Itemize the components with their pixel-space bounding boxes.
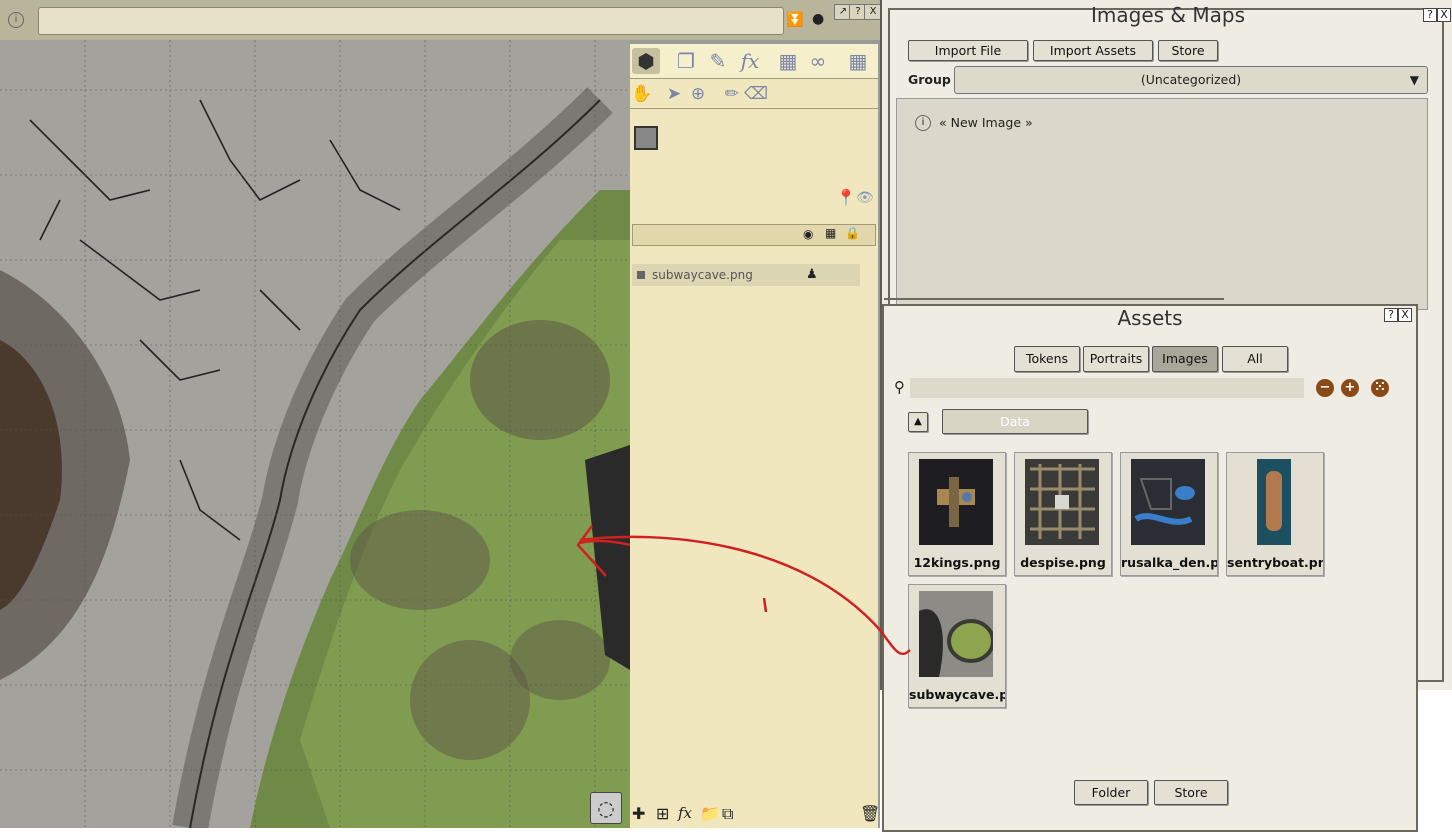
layer-header: ◉ ▦ 🔒 bbox=[632, 224, 876, 246]
asset-label: subwaycave.p bbox=[909, 687, 1005, 702]
asset-thumbnail[interactable]: rusalka_den.p bbox=[1120, 452, 1218, 576]
pin-icon[interactable]: 📍 bbox=[836, 188, 856, 207]
frame-icon[interactable] bbox=[634, 126, 658, 150]
store-button[interactable]: Store bbox=[1158, 40, 1218, 61]
add-folder-icon[interactable]: 📁 bbox=[700, 804, 720, 823]
zoom-out-icon[interactable]: − bbox=[1316, 379, 1334, 397]
close-button[interactable]: X bbox=[1398, 308, 1412, 322]
import-assets-button[interactable]: Import Assets bbox=[1033, 40, 1153, 61]
group-label: Group bbox=[908, 72, 951, 87]
eye-icon[interactable]: ◉ bbox=[803, 227, 813, 241]
tab-layers-icon[interactable]: ❐ bbox=[672, 48, 700, 74]
tab-dice-icon[interactable]: ⬢ bbox=[632, 48, 660, 74]
layer-item[interactable]: subwaycave.png ♟ bbox=[632, 264, 860, 286]
asset-label: sentryboat.pn bbox=[1227, 555, 1323, 570]
asset-thumbnail[interactable]: despise.png bbox=[1014, 452, 1112, 576]
tab-wall-icon[interactable]: ▦ bbox=[774, 48, 802, 74]
duplicate-icon[interactable]: ⧉ bbox=[722, 804, 733, 824]
asset-thumbnail[interactable]: sentryboat.pn bbox=[1226, 452, 1324, 576]
help-button[interactable]: ? bbox=[1423, 8, 1437, 22]
folder-path[interactable]: Data bbox=[942, 409, 1088, 434]
pointer-icon[interactable]: ➤ bbox=[662, 82, 686, 106]
import-file-button[interactable]: Import File bbox=[908, 40, 1028, 61]
info-icon[interactable]: i bbox=[8, 12, 24, 28]
search-input[interactable] bbox=[910, 378, 1304, 398]
tab-mask-icon[interactable]: ∞ bbox=[804, 48, 832, 74]
eraser-icon[interactable]: ⌫ bbox=[744, 82, 768, 106]
tool-tabs: ⬢ ❐ ✎ fx ▦ ∞ ▦ bbox=[630, 44, 878, 79]
image-list: i « New Image » bbox=[896, 98, 1428, 310]
asset-label: rusalka_den.p bbox=[1121, 555, 1217, 570]
close-button[interactable]: X bbox=[1437, 8, 1451, 22]
assets-window: Assets ? X Tokens Portraits Images All ⚲… bbox=[882, 298, 1418, 832]
group-select-value: (Uncategorized) bbox=[1140, 72, 1242, 87]
bomb-icon[interactable]: ● bbox=[812, 11, 828, 27]
window-title: Assets bbox=[1117, 306, 1183, 330]
asset-image bbox=[1237, 459, 1311, 545]
info-icon: i bbox=[915, 115, 931, 131]
layer-item-label: subwaycave.png bbox=[652, 268, 753, 282]
lock-icon[interactable]: 🔒 bbox=[845, 226, 860, 240]
hand-icon[interactable]: ✋ bbox=[630, 82, 654, 106]
subtools-bar: ✋ ➤ ⊕ ✏ ⌫ bbox=[630, 80, 878, 109]
tab-images[interactable]: Images bbox=[1152, 346, 1218, 372]
map-title-input[interactable] bbox=[38, 7, 784, 35]
trash-icon[interactable]: 🗑 bbox=[860, 804, 880, 823]
tool-bottom-bar: ✚ ⊞ fx 📁 ⧉ 🗑 bbox=[630, 800, 880, 828]
asset-image bbox=[1131, 459, 1205, 545]
tab-all[interactable]: All bbox=[1222, 346, 1288, 372]
tab-fx-icon[interactable]: fx bbox=[736, 48, 764, 74]
tab-brush-icon[interactable]: ✎ bbox=[704, 48, 732, 74]
eye-icon[interactable]: 👁 bbox=[856, 190, 874, 206]
asset-label: 12kings.png bbox=[913, 555, 1001, 570]
asset-thumbnail[interactable]: 12kings.png bbox=[908, 452, 1006, 576]
new-image-item[interactable]: « New Image » bbox=[939, 115, 1033, 130]
asset-label: despise.png bbox=[1020, 555, 1106, 570]
grid-view-icon[interactable]: ⁙ bbox=[1371, 379, 1389, 397]
add-line-icon[interactable]: ✚ bbox=[632, 804, 645, 823]
asset-thumbnail[interactable]: subwaycave.p bbox=[908, 584, 1006, 708]
window-title: Images & Maps bbox=[1091, 3, 1245, 27]
folder-up-button[interactable]: ▲ bbox=[908, 412, 928, 432]
folder-button[interactable]: Folder bbox=[1074, 780, 1148, 805]
map-canvas[interactable] bbox=[0, 40, 630, 828]
tab-tokens[interactable]: Tokens bbox=[1014, 346, 1080, 372]
pencil-icon[interactable]: ✏ bbox=[720, 82, 744, 106]
zoom-in-icon[interactable]: + bbox=[1341, 379, 1359, 397]
store-button[interactable]: Store bbox=[1154, 780, 1228, 805]
chevron-down-icon: ▼ bbox=[1409, 73, 1419, 87]
wall-icon[interactable]: ▦ bbox=[825, 226, 836, 240]
target-icon[interactable]: ⊕ bbox=[686, 82, 710, 106]
chevron-down-icon[interactable]: ⏬ bbox=[786, 12, 803, 28]
select-target-icon[interactable]: ◌ bbox=[590, 792, 622, 824]
add-group-icon[interactable]: ⊞ bbox=[656, 804, 669, 823]
search-icon: ⚲ bbox=[894, 378, 905, 396]
asset-image bbox=[919, 591, 993, 677]
tab-grid-icon[interactable]: ▦ bbox=[844, 48, 872, 74]
asset-image bbox=[919, 459, 993, 545]
map-titlebar: i ⏬ ● ↗ ? X bbox=[0, 0, 882, 40]
asset-image bbox=[1025, 459, 1099, 545]
tab-portraits[interactable]: Portraits bbox=[1083, 346, 1149, 372]
token-icon[interactable]: ♟ bbox=[806, 267, 818, 282]
image-icon bbox=[637, 271, 645, 279]
group-select[interactable]: (Uncategorized) ▼ bbox=[954, 66, 1428, 94]
help-button[interactable]: ? bbox=[1384, 308, 1398, 322]
add-fx-icon[interactable]: fx bbox=[678, 804, 692, 822]
map-image bbox=[0, 40, 630, 828]
tool-panel: ⬢ ❐ ✎ fx ▦ ∞ ▦ ✋ ➤ ⊕ ✏ ⌫ 📍 👁 ◉ ▦ 🔒 subwa… bbox=[630, 44, 880, 828]
